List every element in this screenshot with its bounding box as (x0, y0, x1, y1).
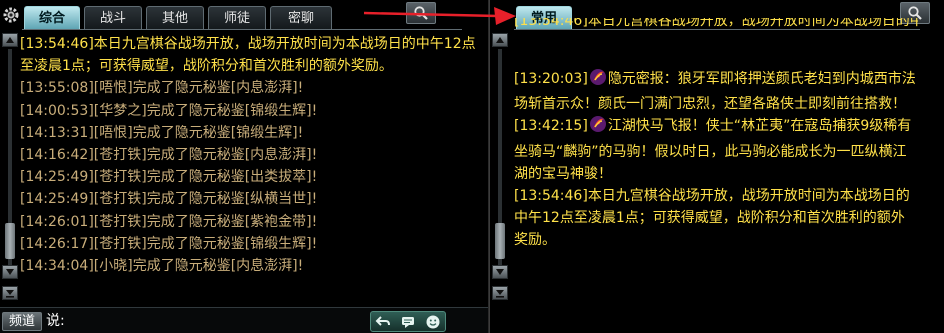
list-item: [14:34:04][小晓]完成了隐元秘鉴[内息澎湃]! (20, 258, 304, 275)
tab-general[interactable]: 综合 (24, 6, 80, 29)
scroll-up-icon[interactable] (2, 33, 18, 47)
emote-icon[interactable] (424, 314, 442, 330)
list-item: [13:20:03] 隐元密报：狼牙军即将押送颜氏老妇到内城西市法场斩首示众！颜氏… (514, 68, 918, 115)
chat-input-bar: 频道 说: (0, 307, 490, 333)
message-time: [13:42:15] (514, 118, 588, 135)
chat-icon[interactable] (399, 314, 417, 330)
gear-icon[interactable] (1, 5, 21, 25)
scroll-thumb[interactable] (5, 223, 15, 259)
list-item: [14:25:49][苍打铁]完成了隐元秘鉴[出类拔萃]! (20, 169, 318, 186)
scroll-down-icon[interactable] (492, 265, 508, 279)
scroll-bottom-icon[interactable] (492, 286, 508, 300)
list-item: [13:55:08][唔恨]完成了隐元秘鉴[内息澎湃]! (20, 80, 304, 97)
list-item: [13:42:15] 江湖快马飞报！侠士“林芷夷”在寇岛捕获9级稀有坐骑马“麟驹”… (514, 115, 918, 185)
list-item-partial: [13:54:46]本日九宫棋谷战场开放，战场开放时间为本战场日的中午12点至凌… (514, 18, 918, 29)
chat-log-right: [13:54:46]本日九宫棋谷战场开放，战场开放时间为本战场日的中午12点至凌… (514, 18, 918, 308)
tab-whisper[interactable]: 密聊 (270, 6, 332, 29)
tab-other[interactable]: 其他 (146, 6, 204, 29)
chat-log-left: [13:54:46]本日九宫棋谷战场开放，战场开放时间为本战场日的中午12点至凌… (20, 33, 478, 277)
scroll-thumb[interactable] (495, 223, 505, 259)
alert-swirl-icon (589, 115, 607, 140)
list-item: [14:26:17][苍打铁]完成了隐元秘鉴[锦缎生辉]! (20, 235, 318, 252)
list-item: [13:54:46]本日九宫棋谷战场开放，战场开放时间为本战场日的中午12点至凌… (514, 185, 918, 252)
list-item: [13:54:46]本日九宫棋谷战场开放，战场开放时间为本战场日的中午12点至凌… (20, 36, 476, 75)
scrollbar-left[interactable] (2, 33, 18, 303)
list-item: [14:00:53][华梦之]完成了隐元秘鉴[锦缎生辉]! (20, 102, 318, 119)
list-item: [14:13:31][唔恨]完成了隐元秘鉴[锦缎生辉]! (20, 124, 304, 141)
message-time: [13:20:03] (514, 71, 588, 87)
scrollbar-right[interactable] (492, 33, 508, 303)
tab-combat[interactable]: 战斗 (84, 6, 142, 29)
channel-button[interactable]: 频道 (2, 312, 42, 331)
list-item: [14:26:01][苍打铁]完成了隐元秘鉴[紫袍金带]! (20, 213, 318, 230)
chat-panel-left: 综合 战斗 其他 师徒 密聊 [13:54:46]本日九宫棋谷战场开放，战场开放… (0, 0, 490, 333)
say-label: 说: (46, 313, 65, 329)
list-item: [14:25:49][苍打铁]完成了隐元秘鉴[纵横当世]! (20, 191, 318, 208)
message-time: [13:54:46] (514, 188, 588, 205)
chat-tools (370, 311, 446, 332)
chat-panel-right: 常用 [13:54:46]本日九宫棋谷战场开放，战场开放时间为本战场日的中午12… (490, 0, 944, 333)
alert-swirl-icon (589, 68, 607, 93)
scroll-bottom-icon[interactable] (2, 286, 18, 300)
scroll-up-icon[interactable] (492, 33, 508, 47)
chat-input[interactable] (68, 312, 358, 331)
tab-mentor[interactable]: 师徒 (208, 6, 266, 29)
list-item: [14:16:42][苍打铁]完成了隐元秘鉴[内息澎湃]! (20, 147, 318, 164)
reply-icon[interactable] (374, 314, 392, 330)
scroll-down-icon[interactable] (2, 265, 18, 279)
tab-divider (22, 29, 462, 30)
arrow-icon (363, 7, 516, 25)
